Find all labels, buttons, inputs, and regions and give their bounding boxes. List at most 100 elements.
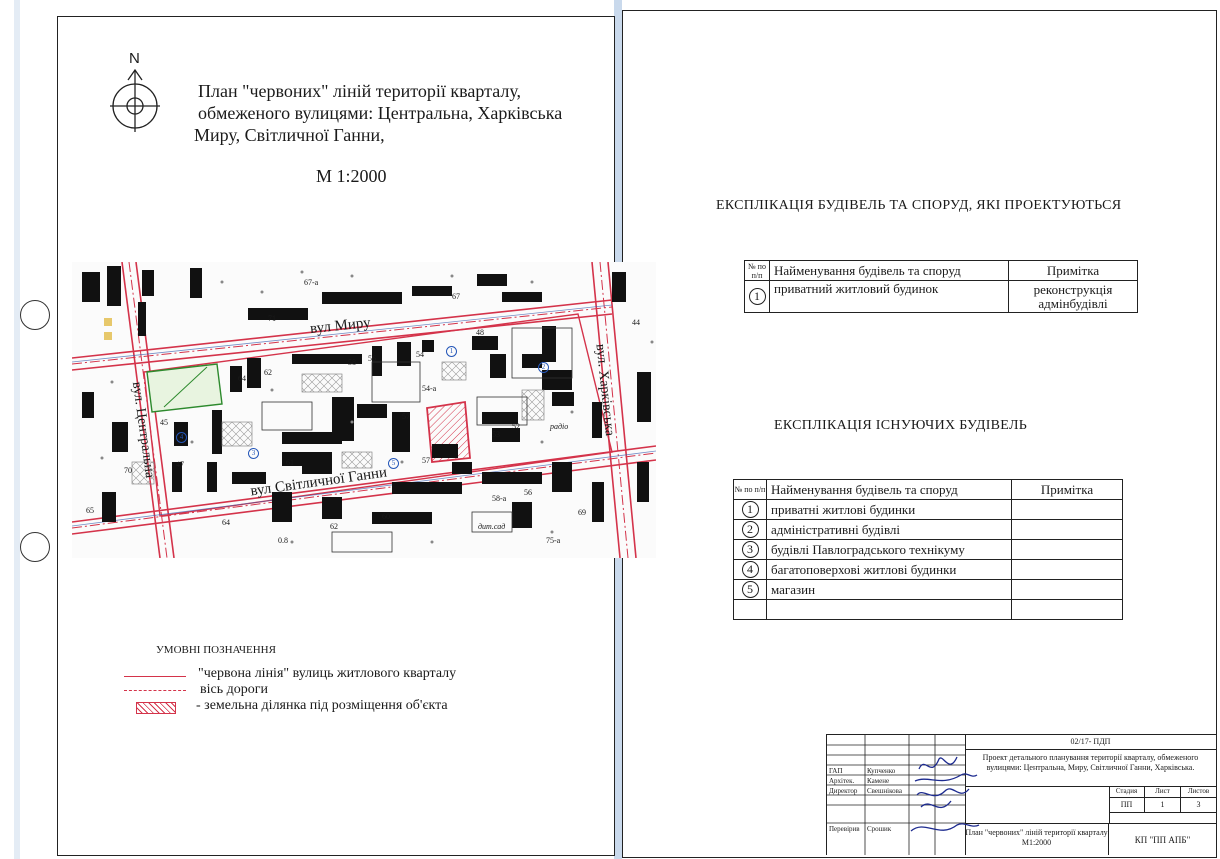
binding-hole-bottom: [20, 532, 50, 562]
bldg-num: 57: [422, 456, 430, 465]
title-line-3: Миру, Світличної Ганни,: [194, 125, 385, 145]
bldg-num: 52: [512, 422, 520, 431]
title-line-1: План "червоних" ліній території кварталу…: [198, 81, 522, 101]
map-scale: М 1:2000: [316, 166, 387, 186]
table-row: 4 багатоповерхові житлові будинки: [733, 559, 1123, 580]
bldg-num: 61: [286, 458, 294, 467]
table-row: 1 приватні житлові будинки: [733, 499, 1123, 520]
stage-value: ПП: [1109, 798, 1145, 812]
name-director: Свешнікова: [867, 787, 902, 795]
compass: N: [108, 50, 164, 136]
row-number: 5: [741, 581, 759, 598]
bldg-num: 67-а: [304, 278, 319, 287]
site-plan-map: вул Миру вул. Центральна вул Світличної …: [72, 262, 656, 558]
role-director: Директор: [829, 787, 858, 795]
legend-item-plot: - земельна ділянка під розміщення об'єкт…: [196, 698, 448, 713]
bldg-num: 65: [86, 506, 94, 515]
existing-heading: ЕКСПЛІКАЦІЯ ІСНУЮЧИХ БУДІВЕЛЬ: [774, 418, 1028, 433]
table-row: 1 приватний житловий будинок реконструкц…: [744, 280, 1138, 313]
sheet-value: 1: [1145, 798, 1181, 812]
table-row: 3 будівлі Павлоградського технікуму: [733, 539, 1123, 560]
bldg-num: 58: [348, 358, 356, 367]
table-header-row: № по п/п Найменування будівель та споруд…: [744, 260, 1138, 281]
map-marker-5: 5: [388, 458, 399, 469]
map-marker-3: 3: [248, 448, 259, 459]
bldg-num: 60: [382, 512, 390, 521]
bldg-num: 58-а: [492, 494, 507, 503]
title-block: ГАП Купченко Архітек. Камене Директор Св…: [826, 734, 1216, 855]
stamp-blank: [965, 787, 1110, 823]
stamp-project-name: Проект детального планування території к…: [965, 749, 1216, 787]
legend-heading: УМОВНІ ПОЗНАЧЕННЯ: [156, 644, 276, 656]
col-note-header: Примітка: [1008, 260, 1138, 281]
bldg-num: 62: [264, 368, 272, 377]
col-num-header: № по п/п: [744, 260, 770, 281]
bldg-num: 54-а: [422, 384, 437, 393]
legend-plot-swatch: [136, 702, 176, 714]
label-dyt-sad: дит.сад: [478, 522, 506, 531]
role-checker: Перевірив: [829, 825, 860, 833]
map-marker-2: 2: [538, 362, 549, 373]
map-marker-4: 4: [176, 432, 187, 443]
row-name: адміністративні будівлі: [766, 519, 1012, 540]
bldg-num: 71: [268, 314, 276, 323]
bldg-num: 56: [524, 488, 532, 497]
stamp-organization: КП "ПП АПБ": [1109, 823, 1216, 856]
plan-title: План "червоних" ліній території кварталу…: [194, 80, 608, 146]
bldg-num: 64: [222, 518, 230, 527]
row-name: магазин: [766, 579, 1012, 600]
name-checker: Срошик: [867, 825, 892, 833]
sheet-header: Лист: [1145, 787, 1181, 797]
role-architect: Архітек.: [829, 777, 855, 785]
stamp-left-grid: ГАП Купченко Архітек. Камене Директор Св…: [827, 735, 980, 855]
fold-strip-left: [14, 0, 20, 859]
legend-item-red-line: "червона лінія" вулиць житлового квартал…: [198, 666, 457, 681]
bldg-num: 47: [176, 460, 184, 469]
col-name-header: Найменування будівель та споруд: [766, 479, 1012, 500]
bldg-num: 54: [416, 350, 424, 359]
stage-header: Стадия: [1109, 787, 1145, 797]
table-row-empty: [733, 599, 1123, 620]
sheets-value: 3: [1196, 800, 1201, 809]
projected-table: № по п/п Найменування будівель та споруд…: [744, 260, 1138, 313]
title-line-2: обмеженого вулицями: Центральна, Харківс…: [198, 103, 563, 123]
bldg-num: 44: [632, 318, 640, 327]
map-marker-1: 1: [446, 346, 457, 357]
row-number: 4: [741, 561, 759, 578]
right-sheet-frame: [622, 10, 1217, 858]
row-number: 1: [741, 501, 759, 518]
bldg-num: 70: [124, 466, 132, 475]
legend-item-axis: вісь дороги: [200, 682, 268, 697]
row-name: багатоповерхові житлові будинки: [766, 559, 1012, 580]
stamp-code: 02/17- ПДП: [965, 735, 1216, 750]
table-row: 5 магазин: [733, 579, 1123, 600]
row-number: 3: [741, 541, 759, 558]
row-name: приватний житловий будинок: [769, 280, 1009, 313]
projected-heading: ЕКСПЛІКАЦІЯ БУДІВЕЛЬ ТА СПОРУД, ЯКІ ПРОЕ…: [716, 198, 1122, 213]
bldg-num: 62: [330, 522, 338, 531]
stamp-stage-block: Стадия Лист Листов ПП 1 3: [1109, 787, 1216, 823]
bldg-num: 45: [160, 418, 168, 427]
col-num-header: № по п/п: [733, 479, 767, 500]
binding-hole-top: [20, 300, 50, 330]
name-architect: Камене: [867, 777, 890, 785]
table-row: 2 адміністративні будівлі: [733, 519, 1123, 540]
map-drawing: [72, 262, 656, 558]
legend-axis-swatch: [124, 690, 186, 691]
name-gap: Купченко: [867, 767, 896, 775]
row-note: реконструкція адмінбудівлі: [1008, 280, 1138, 313]
existing-table: № по п/п Найменування будівель та споруд…: [733, 479, 1123, 620]
stamp-sheet-title: План "червоних" ліній території кварталу…: [965, 823, 1109, 855]
bldg-num: 64: [238, 374, 246, 383]
role-gap: ГАП: [829, 767, 843, 775]
bldg-num: 0.8: [278, 536, 288, 545]
col-name-header: Найменування будівель та споруд: [769, 260, 1009, 281]
row-name: приватні житлові будинки: [766, 499, 1012, 520]
bldg-num: 69: [578, 508, 586, 517]
bldg-num: 75-а: [546, 536, 561, 545]
bldg-num: 67: [452, 292, 460, 301]
label-radio: радіо: [550, 422, 569, 431]
row-number: 1: [748, 288, 766, 305]
bldg-num: 48: [476, 328, 484, 337]
bldg-num: 56: [368, 354, 376, 363]
